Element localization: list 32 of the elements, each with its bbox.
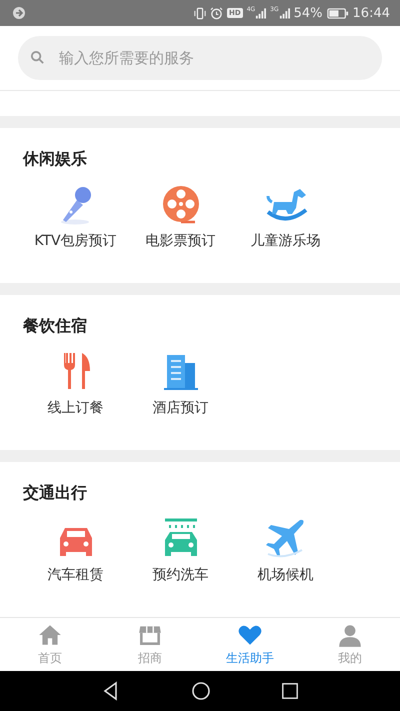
service-label: KTV包房预订 — [34, 232, 117, 250]
search-field[interactable]: 输入您所需要的服务 — [18, 36, 382, 80]
section-title: 休闲娱乐 — [23, 148, 88, 170]
service-label: 机场候机 — [258, 566, 314, 584]
service-item[interactable]: 线上订餐 — [48, 349, 104, 417]
service-item[interactable]: 预约洗车 — [152, 516, 208, 584]
search-icon — [30, 50, 45, 65]
signal-icon — [255, 7, 266, 19]
service-label: 电影票预订 — [146, 232, 216, 250]
service-item[interactable]: KTV包房预订 — [34, 182, 117, 250]
service-label: 线上订餐 — [48, 399, 104, 417]
service-item[interactable]: 汽车租赁 — [48, 516, 104, 584]
battery-icon — [326, 8, 349, 18]
service-label: 儿童游乐场 — [250, 232, 320, 250]
alarm-icon — [210, 6, 224, 20]
section-title: 交通出行 — [23, 482, 88, 504]
vibrate-icon — [194, 6, 206, 20]
recents-icon — [281, 682, 299, 700]
service-item[interactable]: 酒店预订 — [152, 349, 208, 417]
section-title: 餐饮住宿 — [23, 315, 88, 337]
signal-icon — [278, 7, 290, 19]
battery-percentage: 54% — [294, 6, 323, 20]
service-label: 预约洗车 — [152, 566, 208, 584]
home-button-icon — [191, 681, 211, 701]
service-label: 汽车租赁 — [48, 566, 104, 584]
service-item[interactable]: 机场候机 — [258, 516, 314, 584]
clock: 16:44 — [352, 6, 390, 20]
tab[interactable]: 生活助手 — [200, 618, 300, 671]
notification-icon — [12, 6, 26, 20]
service-item[interactable]: 电影票预订 — [146, 182, 216, 250]
service-item[interactable]: 儿童游乐场 — [250, 182, 320, 250]
service-label: 酒店预订 — [152, 399, 208, 417]
